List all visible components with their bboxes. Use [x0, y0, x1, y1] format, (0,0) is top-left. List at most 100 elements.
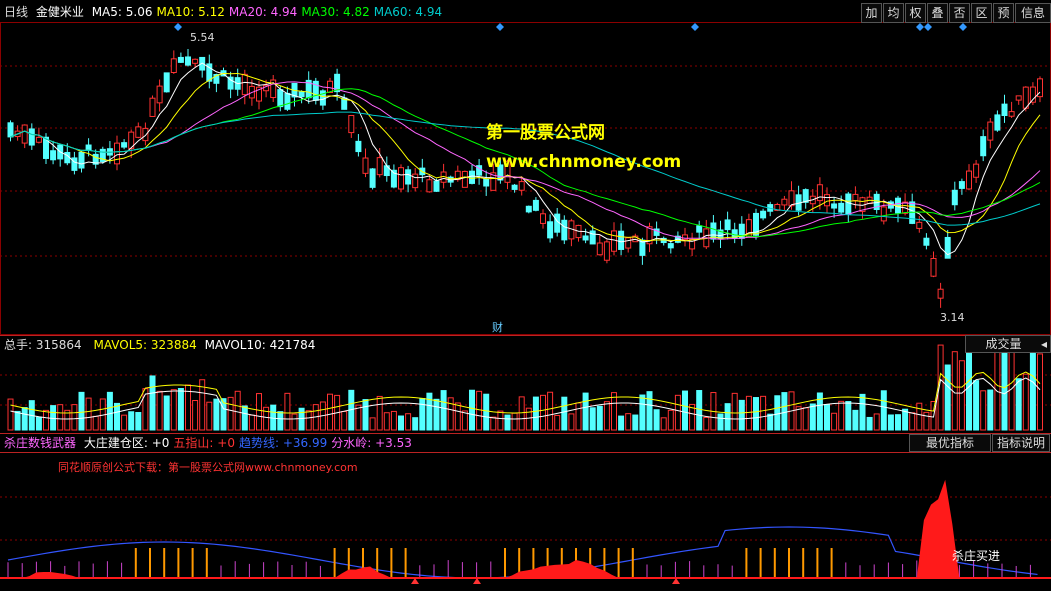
volume-bar: [234, 390, 241, 431]
volume-indicator-select[interactable]: 成交量 ◂: [965, 335, 1051, 353]
volume-bar: [895, 414, 901, 431]
ma-value-3: MA30: 4.82: [301, 5, 370, 19]
stock-name: 金健米业: [35, 5, 84, 19]
candle-body: [838, 202, 845, 213]
candle-body: [525, 205, 532, 213]
candle-body: [35, 136, 42, 143]
candle-body: [50, 150, 57, 161]
volume-bar: [213, 398, 220, 431]
volume-bar: [667, 409, 674, 431]
watermark-url: www.chnmoney.com: [486, 152, 682, 172]
volume-bar: [944, 364, 951, 431]
candle-body: [362, 157, 369, 174]
volume-bar: [454, 402, 461, 431]
candle-body: [21, 124, 28, 144]
best-indicator-button[interactable]: 最优指标: [909, 434, 991, 452]
event-diamond-icon: [959, 23, 967, 31]
candle-body: [78, 151, 85, 169]
volume-bar: [92, 415, 99, 431]
candle-body: [987, 121, 994, 141]
candle-body: [348, 114, 355, 134]
candle-body: [518, 181, 525, 191]
volume-bar: [838, 400, 845, 431]
low-price-label: 3.14: [940, 311, 965, 324]
volume-bar: [738, 399, 745, 431]
volume-indicator-label: 成交量: [985, 337, 1022, 351]
candle-body: [994, 114, 1001, 131]
candle-body: [667, 243, 674, 249]
volume-bar: [845, 401, 852, 431]
indicator-explain-button[interactable]: 指标说明: [992, 434, 1050, 452]
toolbar-button-0[interactable]: 加: [861, 3, 882, 23]
volume-bar: [958, 360, 965, 431]
candle-body: [532, 199, 539, 211]
five-finger-area: [334, 566, 392, 578]
volume-bar: [405, 413, 412, 431]
volume-bar: [149, 375, 156, 431]
volume-bar: [674, 394, 681, 431]
candle-body: [369, 168, 376, 188]
volume-bar: [603, 401, 610, 431]
toolbar-button-7[interactable]: 信息: [1015, 3, 1051, 23]
volume-bar: [540, 394, 546, 431]
toolbar-button-5[interactable]: 区: [971, 3, 992, 23]
toolbar-button-4[interactable]: 否: [949, 3, 970, 23]
indicator-value-3: 分水岭: +3.53: [331, 436, 412, 450]
candle-body: [831, 203, 838, 209]
volume-bar: [831, 412, 838, 431]
volume-bar: [14, 410, 21, 431]
candle-body: [916, 221, 923, 229]
price-header: 日线 金健米业 MA5: 5.06 MA10: 5.12 MA20: 4.94 MA3…: [4, 4, 450, 21]
volume-bar: [767, 413, 774, 431]
volume-bar: [745, 395, 752, 431]
volume-bar: [532, 396, 539, 431]
volume-bar: [412, 417, 419, 431]
candle-body: [824, 194, 830, 207]
candle-body: [163, 72, 170, 93]
candle-body: [114, 142, 120, 165]
volume-bar: [305, 410, 312, 431]
toolbar-button-6[interactable]: 预: [993, 3, 1014, 23]
volume-bar: [490, 416, 497, 431]
volume-bar: [284, 392, 291, 431]
candle-body: [966, 170, 972, 190]
volume-bar: [824, 403, 830, 431]
volume-bar: [589, 407, 596, 431]
candle-body: [923, 237, 930, 246]
volume-bar: [596, 405, 603, 431]
candle-body: [937, 288, 944, 299]
toolbar-button-2[interactable]: 权: [905, 3, 926, 23]
candle-body: [781, 198, 788, 206]
watermark-title: 第一股票公式网: [486, 123, 605, 143]
candle-body: [376, 157, 383, 176]
candle-body: [135, 126, 142, 138]
volume-bar: [21, 407, 28, 431]
volume-bar: [887, 414, 894, 431]
candle-body: [28, 128, 35, 146]
volume-bar: [511, 412, 518, 431]
toolbar-button-3[interactable]: 叠: [927, 3, 948, 23]
indicator-name[interactable]: 杀庄数钱武器: [4, 436, 76, 450]
toolbar-button-1[interactable]: 均: [883, 3, 904, 23]
signal-label: 杀庄买进: [952, 549, 1001, 563]
candle-body: [852, 193, 859, 202]
volume-bar: [1001, 349, 1008, 431]
chart-canvas[interactable]: [0, 0, 1051, 591]
volume-bar: [504, 414, 511, 431]
volume-bar: [518, 396, 525, 431]
volume-bar: [632, 414, 639, 431]
volume-bar: [575, 402, 582, 431]
period-label[interactable]: 日线: [4, 5, 28, 19]
volume-total: 总手: 315864: [4, 338, 82, 352]
promo-text: 同花顺原创公式下载：第一股票公式网www.chnmoney.com: [58, 461, 358, 474]
volume-bar: [291, 413, 298, 431]
volume-bar: [369, 417, 376, 431]
candle-body: [149, 97, 156, 117]
volume-bar: [866, 416, 873, 431]
finance-marker[interactable]: 财: [492, 319, 503, 335]
volume-bar: [611, 392, 617, 431]
candle-body: [930, 257, 937, 277]
candle-body: [582, 235, 589, 241]
volume-bar: [298, 407, 305, 431]
candle-body: [405, 169, 412, 185]
